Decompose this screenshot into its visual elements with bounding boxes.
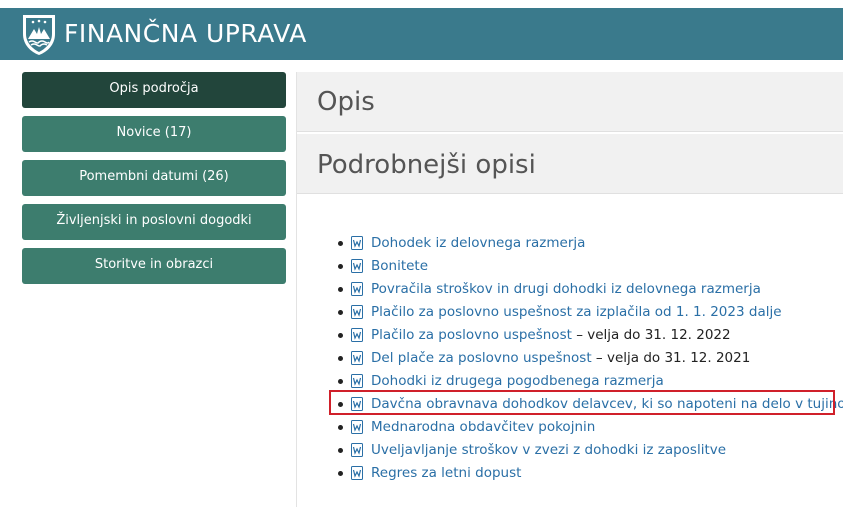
list-item: Uveljavljanje stroškov v zvezi z dohodki…: [297, 439, 843, 462]
sidebar-item-storitve-obrazci[interactable]: Storitve in obrazci: [22, 248, 286, 284]
list-item: Povračila stroškov in drugi dohodki iz d…: [297, 278, 843, 301]
section-heading-podrobnejsi-opisi[interactable]: Podrobnejši opisi: [297, 132, 843, 194]
list-item: Mednarodna obdavčitev pokojnin: [297, 416, 843, 439]
document-link[interactable]: Povračila stroškov in drugi dohodki iz d…: [371, 281, 761, 297]
list-item: Plačilo za poslovno uspešnost za izplači…: [297, 301, 843, 324]
list-item: Regres za letni dopust: [297, 462, 843, 485]
list-item: Plačilo za poslovno uspešnost – velja do…: [297, 324, 843, 347]
word-document-icon[interactable]: [351, 420, 363, 434]
sidebar-nav: Opis področja Novice (17) Pomembni datum…: [22, 72, 286, 292]
sidebar-item-novice[interactable]: Novice (17): [22, 116, 286, 152]
bullet: [338, 287, 343, 292]
bullet: [338, 379, 343, 384]
bullet: [338, 241, 343, 246]
word-document-icon[interactable]: [351, 328, 363, 342]
site-header: FINANČNA UPRAVA: [0, 8, 843, 60]
bullet: [338, 448, 343, 453]
document-note: – velja do 31. 12. 2021: [591, 350, 751, 366]
bullet: [338, 333, 343, 338]
list-item: Del plače za poslovno uspešnost – velja …: [297, 347, 843, 370]
document-link[interactable]: Plačilo za poslovno uspešnost za izplači…: [371, 304, 782, 320]
bullet: [338, 471, 343, 476]
sidebar-item-opis-podrocja[interactable]: Opis področja: [22, 72, 286, 108]
main-content: Opis Podrobnejši opisi Dohodek iz delovn…: [296, 72, 843, 507]
document-link[interactable]: Bonitete: [371, 258, 428, 274]
bullet: [338, 356, 343, 361]
document-link[interactable]: Plačilo za poslovno uspešnost: [371, 327, 572, 343]
bullet: [338, 264, 343, 269]
word-document-icon[interactable]: [351, 351, 363, 365]
list-item: Dohodek iz delovnega razmerja: [297, 232, 843, 255]
document-link[interactable]: Dohodki iz drugega pogodbenega razmerja: [371, 373, 664, 389]
word-document-icon[interactable]: [351, 236, 363, 250]
site-title[interactable]: FINANČNA UPRAVA: [64, 19, 307, 48]
word-document-icon[interactable]: [351, 466, 363, 480]
word-document-icon[interactable]: [351, 259, 363, 273]
document-link[interactable]: Mednarodna obdavčitev pokojnin: [371, 419, 595, 435]
slovenia-coat-of-arms-icon[interactable]: [20, 12, 58, 56]
highlight-box: [329, 390, 835, 415]
document-link[interactable]: Del plače za poslovno uspešnost: [371, 350, 592, 366]
word-document-icon[interactable]: [351, 305, 363, 319]
word-document-icon[interactable]: [351, 443, 363, 457]
document-list: Dohodek iz delovnega razmerja Bonitete P…: [297, 232, 843, 485]
document-note: – velja do 31. 12. 2022: [571, 327, 731, 343]
document-link[interactable]: Uveljavljanje stroškov v zvezi z dohodki…: [371, 442, 726, 458]
document-link[interactable]: Regres za letni dopust: [371, 465, 521, 481]
bullet: [338, 425, 343, 430]
sidebar-item-zivljenjski-dogodki[interactable]: Življenjski in poslovni dogodki: [22, 204, 286, 240]
document-link[interactable]: Dohodek iz delovnega razmerja: [371, 235, 585, 251]
word-document-icon[interactable]: [351, 374, 363, 388]
section-heading-opis[interactable]: Opis: [297, 72, 843, 132]
word-document-icon[interactable]: [351, 282, 363, 296]
sidebar-item-pomembni-datumi[interactable]: Pomembni datumi (26): [22, 160, 286, 196]
bullet: [338, 310, 343, 315]
list-item: Bonitete: [297, 255, 843, 278]
